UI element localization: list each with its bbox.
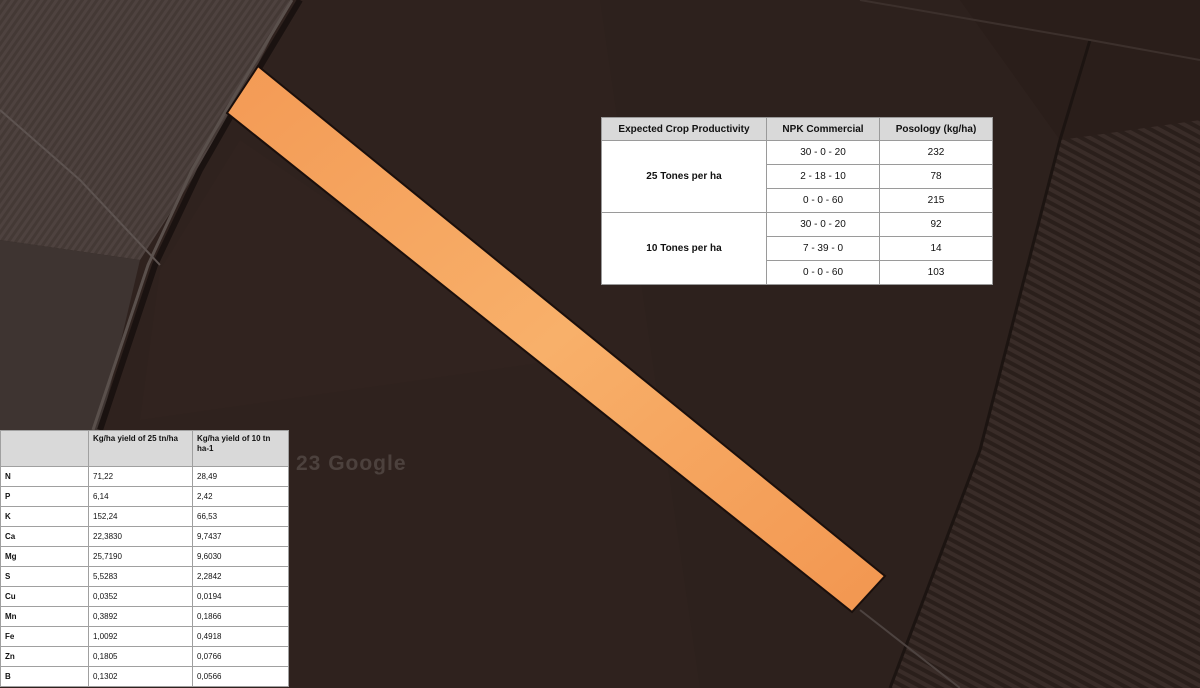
yield-25-cell: 71,22 <box>88 466 193 487</box>
header-element <box>0 430 89 467</box>
yield-25-cell: 0,0352 <box>88 586 193 607</box>
npk-cell: 30 - 0 - 20 <box>766 140 880 165</box>
element-cell: Zn <box>0 646 89 667</box>
yield-10-cell: 2,42 <box>192 486 289 507</box>
element-cell: Mn <box>0 606 89 627</box>
yield-10-cell: 0,0766 <box>192 646 289 667</box>
header-posology: Posology (kg/ha) <box>879 117 993 141</box>
posology-cell: 232 <box>879 140 993 165</box>
yield-25-cell: 0,1805 <box>88 646 193 667</box>
npk-recommendation-table: Expected Crop Productivity NPK Commercia… <box>601 117 993 285</box>
posology-cell: 103 <box>879 260 993 285</box>
nutrient-extraction-table: Kg/ha yield of 25 tn/ha Kg/ha yield of 1… <box>0 430 289 687</box>
npk-cell: 7 - 39 - 0 <box>766 236 880 261</box>
yield-25-cell: 152,24 <box>88 506 193 527</box>
posology-cell: 92 <box>879 212 993 237</box>
element-cell: S <box>0 566 89 587</box>
table-row: Mg 25,7190 9,6030 <box>0 546 289 567</box>
yield-25-cell: 0,1302 <box>88 666 193 687</box>
element-cell: Fe <box>0 626 89 647</box>
posology-cell: 215 <box>879 188 993 213</box>
yield-10-cell: 2,2842 <box>192 566 289 587</box>
table-row: B 0,1302 0,0566 <box>0 666 289 687</box>
yield-25-cell: 0,3892 <box>88 606 193 627</box>
table-row: K 152,24 66,53 <box>0 506 289 527</box>
table-header-row: Expected Crop Productivity NPK Commercia… <box>601 117 993 141</box>
element-cell: K <box>0 506 89 527</box>
npk-cell: 0 - 0 - 60 <box>766 188 880 213</box>
element-cell: Ca <box>0 526 89 547</box>
element-cell: N <box>0 466 89 487</box>
table-row: 25 Tones per ha 30 - 0 - 20 232 <box>601 140 993 213</box>
element-cell: P <box>0 486 89 507</box>
element-cell: B <box>0 666 89 687</box>
group-label-10: 10 Tones per ha <box>601 212 767 285</box>
yield-10-cell: 28,49 <box>192 466 289 487</box>
table-row: S 5,5283 2,2842 <box>0 566 289 587</box>
table-row: Cu 0,0352 0,0194 <box>0 586 289 607</box>
element-cell: Mg <box>0 546 89 567</box>
yield-10-cell: 0,1866 <box>192 606 289 627</box>
yield-10-cell: 9,6030 <box>192 546 289 567</box>
table-row: Mn 0,3892 0,1866 <box>0 606 289 627</box>
yield-10-cell: 0,0566 <box>192 666 289 687</box>
yield-10-cell: 9,7437 <box>192 526 289 547</box>
yield-25-cell: 25,7190 <box>88 546 193 567</box>
table-row: Fe 1,0092 0,4918 <box>0 626 289 647</box>
table-row: P 6,14 2,42 <box>0 486 289 507</box>
posology-cell: 14 <box>879 236 993 261</box>
yield-25-cell: 1,0092 <box>88 626 193 647</box>
yield-25-cell: 5,5283 <box>88 566 193 587</box>
table-row: N 71,22 28,49 <box>0 466 289 487</box>
group-label-25: 25 Tones per ha <box>601 140 767 213</box>
npk-cell: 0 - 0 - 60 <box>766 260 880 285</box>
header-npk-commercial: NPK Commercial <box>766 117 880 141</box>
yield-25-cell: 6,14 <box>88 486 193 507</box>
element-cell: Cu <box>0 586 89 607</box>
header-yield-25: Kg/ha yield of 25 tn/ha <box>88 430 193 467</box>
map-watermark: 23 Google <box>296 452 407 475</box>
table-row: Ca 22,3830 9,7437 <box>0 526 289 547</box>
npk-cell: 2 - 18 - 10 <box>766 164 880 189</box>
yield-10-cell: 0,4918 <box>192 626 289 647</box>
header-yield-10: Kg/ha yield of 10 tn ha-1 <box>192 430 289 467</box>
table-row: 10 Tones per ha 30 - 0 - 20 92 <box>601 212 993 285</box>
posology-cell: 78 <box>879 164 993 189</box>
table-row: Zn 0,1805 0,0766 <box>0 646 289 667</box>
npk-cell: 30 - 0 - 20 <box>766 212 880 237</box>
yield-25-cell: 22,3830 <box>88 526 193 547</box>
header-expected-crop-productivity: Expected Crop Productivity <box>601 117 767 141</box>
table-header-row: Kg/ha yield of 25 tn/ha Kg/ha yield of 1… <box>0 430 289 467</box>
yield-10-cell: 66,53 <box>192 506 289 527</box>
yield-10-cell: 0,0194 <box>192 586 289 607</box>
